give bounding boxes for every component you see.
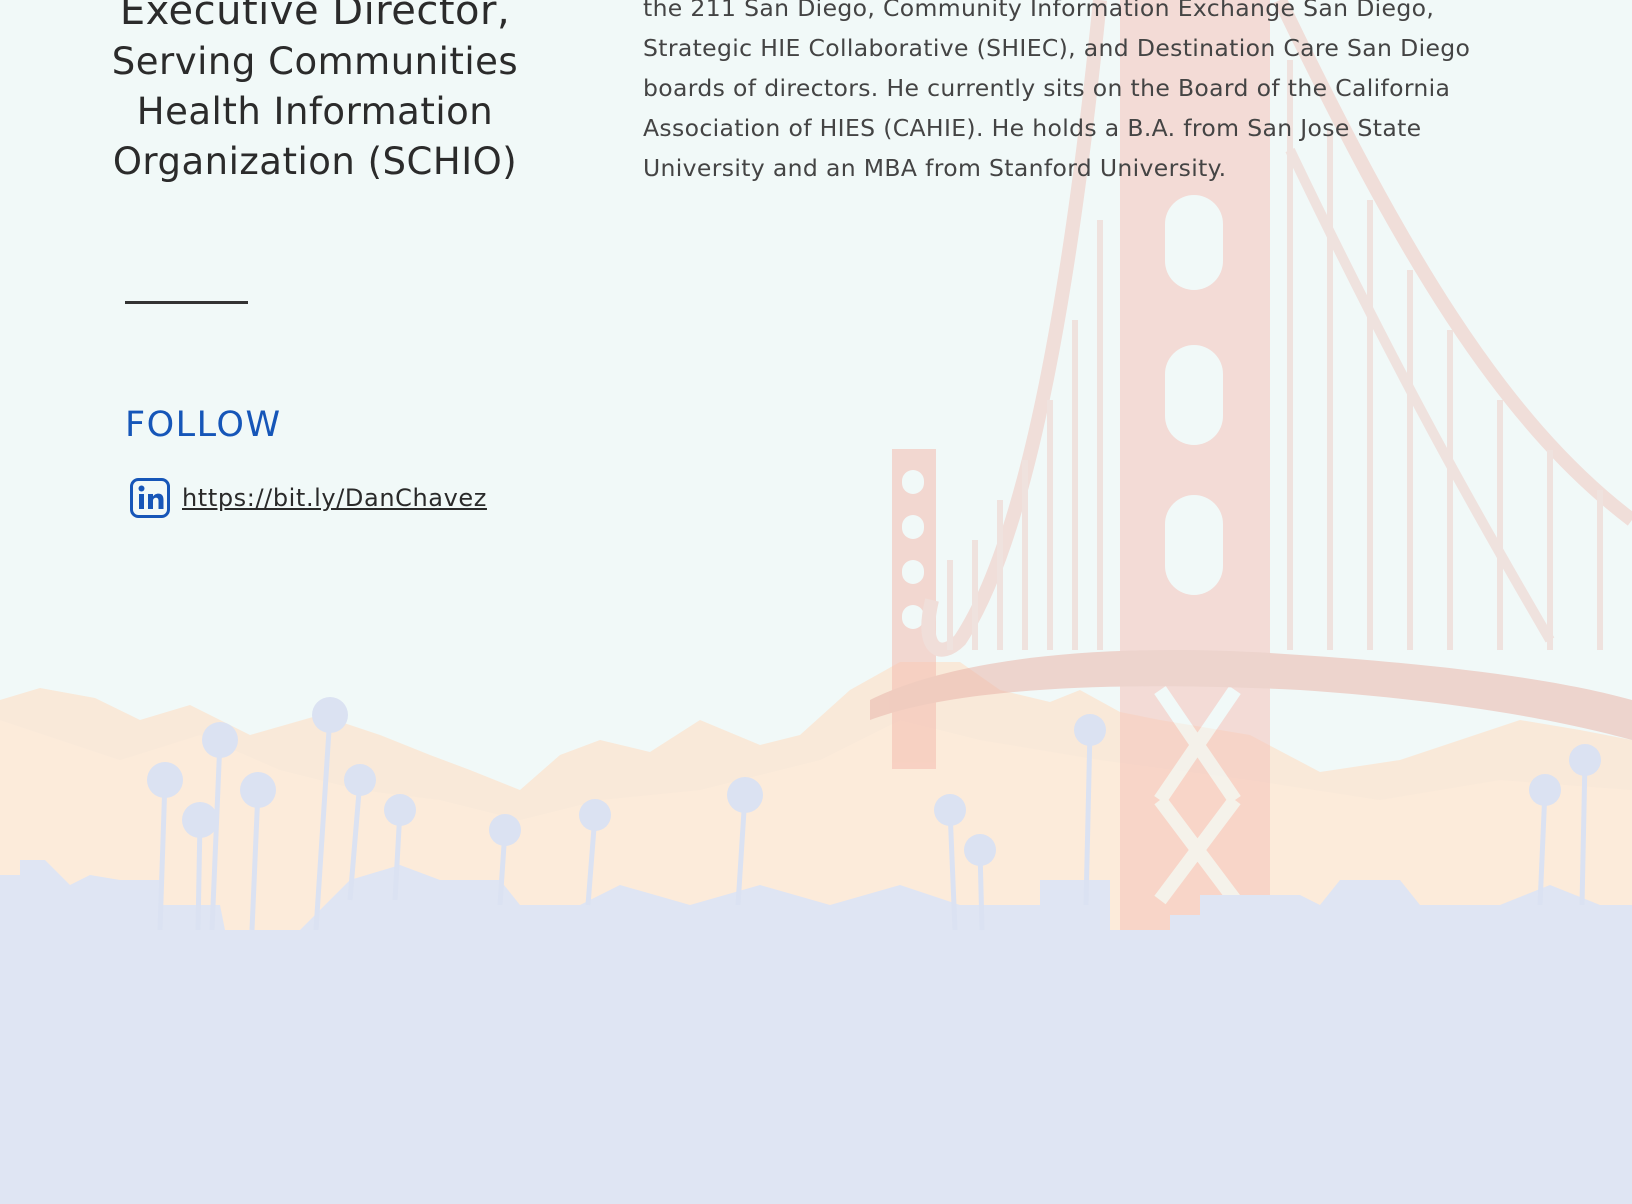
linkedin-link[interactable]: https://bit.ly/DanChavez [182,484,487,512]
speaker-title-line: Organization (SCHIO) [112,140,518,183]
linkedin-icon[interactable] [130,478,170,518]
social-links: https://bit.ly/DanChavez [130,476,487,520]
speaker-title-line: Serving Communities [111,40,519,83]
speaker-title-line: Health Information [136,90,494,133]
speaker-title-line: Executive Director, [119,0,511,34]
section-divider [125,301,248,304]
speaker-title: Executive Director, Serving Communities … [100,0,530,187]
follow-heading: FOLLOW [125,405,282,445]
speaker-profile: Executive Director, Serving Communities … [0,0,1632,1204]
speaker-bio: the 211 San Diego, Community Information… [643,0,1471,182]
